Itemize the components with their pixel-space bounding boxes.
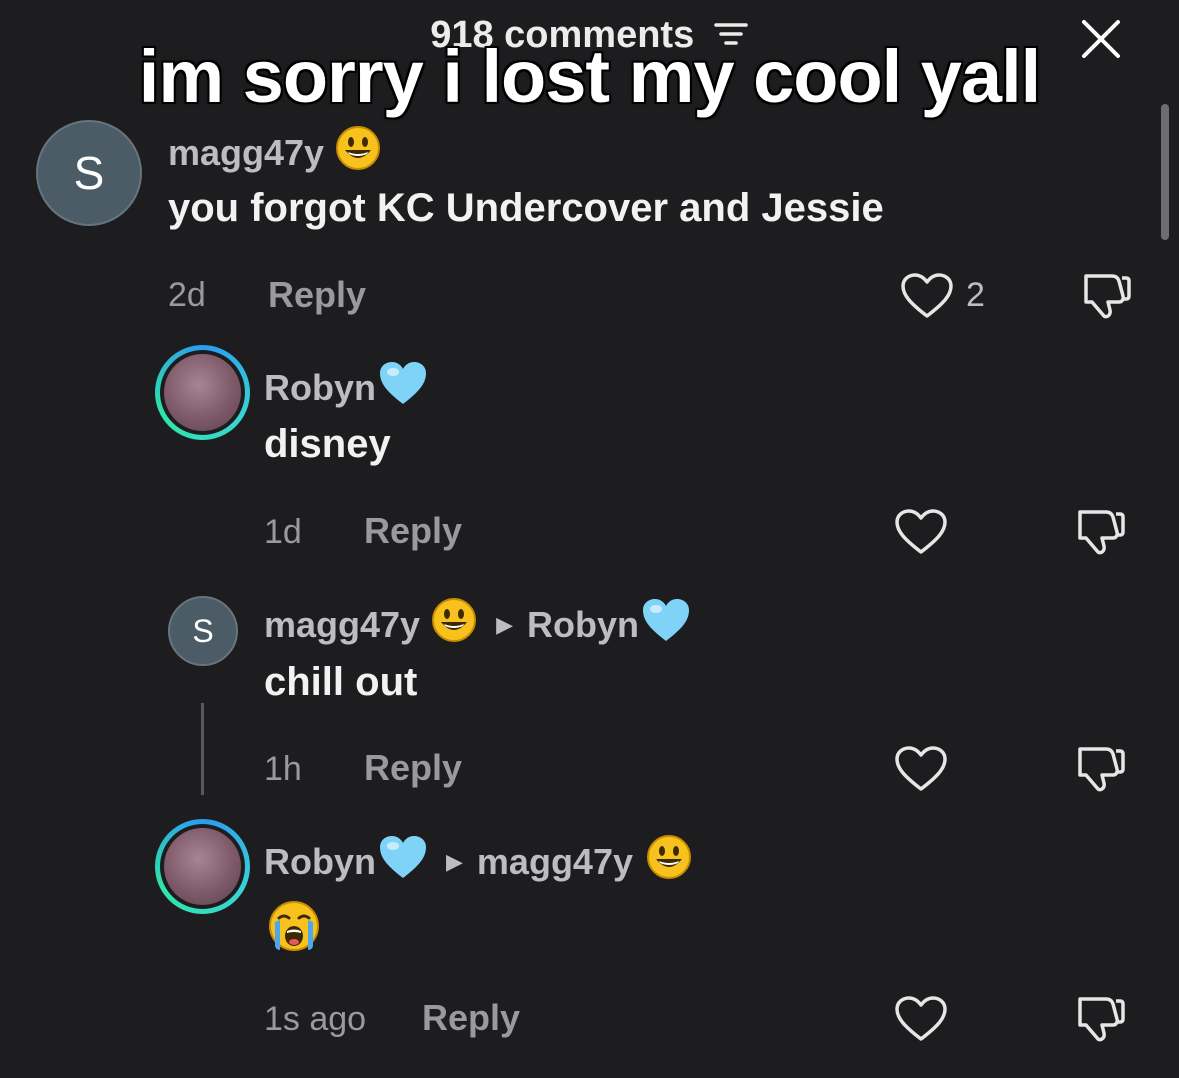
reply-button[interactable]: Reply [364, 510, 462, 552]
thumbs-down-icon [1078, 747, 1125, 792]
username-text: Robyn [264, 366, 376, 408]
comment-time: 1s ago [264, 1000, 367, 1038]
scrollbar[interactable] [1161, 104, 1169, 240]
username-text: magg47y [264, 603, 421, 645]
dislike-button[interactable] [1072, 506, 1128, 563]
heart-outline-icon [895, 509, 947, 554]
comment-username[interactable]: magg47y ▶ Robyn [264, 596, 691, 653]
heart-outline-icon [901, 273, 953, 318]
grinning-face-emoji [334, 124, 382, 181]
comment-time: 2d [168, 276, 206, 314]
heart-outline-icon [895, 996, 947, 1041]
avatar-photo [164, 354, 241, 431]
comment-username[interactable]: Robyn [264, 360, 428, 415]
username-text: magg47y [168, 131, 325, 173]
dislike-button[interactable] [1072, 743, 1128, 800]
comment-text: chill out [264, 660, 418, 704]
reply-arrow-icon: ▶ [446, 848, 463, 874]
grinning-face-emoji [430, 596, 478, 653]
avatar[interactable] [155, 819, 250, 914]
reply-button[interactable]: Reply [268, 274, 366, 316]
reply-to-username[interactable]: magg47y [477, 841, 633, 883]
light-blue-heart-emoji [378, 360, 428, 415]
avatar-photo [164, 828, 241, 905]
avatar[interactable]: S [36, 120, 142, 226]
like-button[interactable] [894, 508, 948, 561]
avatar-letter: S [192, 612, 214, 649]
avatar[interactable]: S [168, 596, 238, 666]
comment-time: 1h [264, 750, 302, 788]
dislike-button[interactable] [1072, 993, 1128, 1050]
comment-username[interactable]: magg47y [168, 124, 382, 181]
thumbs-down-icon [1078, 510, 1125, 555]
light-blue-heart-emoji [378, 834, 428, 889]
avatar[interactable] [155, 345, 250, 440]
thumbs-down-icon [1078, 997, 1125, 1042]
grinning-face-emoji [645, 833, 693, 890]
username-text: Robyn [264, 840, 376, 882]
thread-line [201, 703, 204, 795]
video-caption: im sorry i lost my cool yall [137, 34, 1042, 120]
comment-time: 1d [264, 513, 302, 551]
reply-button[interactable]: Reply [364, 747, 462, 789]
like-count: 2 [966, 276, 985, 314]
reply-button[interactable]: Reply [422, 997, 520, 1039]
like-button[interactable] [900, 272, 954, 325]
heart-outline-icon [895, 746, 947, 791]
reply-to-username[interactable]: Robyn [527, 604, 639, 646]
light-blue-heart-emoji [641, 597, 691, 652]
comment-text: you forgot KC Undercover and Jessie [168, 186, 884, 230]
dislike-button[interactable] [1078, 270, 1134, 327]
loudly-crying-face-emoji [266, 898, 322, 959]
like-button[interactable] [894, 745, 948, 798]
comment-username[interactable]: Robyn ▶ magg47y [264, 833, 693, 890]
avatar-letter: S [73, 147, 105, 199]
comment-text: disney [264, 422, 391, 466]
thumbs-down-icon [1084, 274, 1131, 319]
reply-arrow-icon: ▶ [496, 611, 513, 637]
like-button[interactable] [894, 995, 948, 1048]
